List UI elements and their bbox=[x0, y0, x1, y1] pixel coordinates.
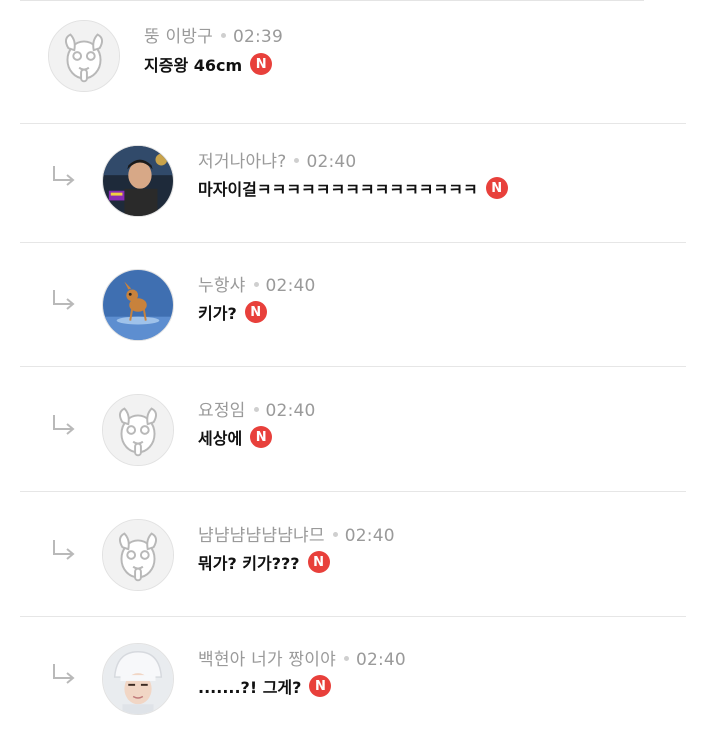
man-photo-avatar[interactable] bbox=[102, 145, 174, 217]
dog-avatar-icon[interactable] bbox=[102, 519, 174, 591]
comment-separator bbox=[20, 491, 686, 492]
comment-text: .......?! 그게? N bbox=[198, 674, 332, 698]
comment-text: 지증왕 46cm N bbox=[144, 52, 273, 76]
new-badge: N bbox=[244, 301, 267, 323]
reply-arrow-icon bbox=[50, 164, 80, 190]
comment-text: 뭐가? 키가??? N bbox=[198, 550, 330, 574]
comment-meta: 누항샤 02:40 bbox=[198, 271, 316, 296]
meta-dot bbox=[253, 407, 259, 412]
comment-text: 마자이걸ㅋㅋㅋㅋㅋㅋㅋㅋㅋㅋㅋㅋㅋㅋㅋ N bbox=[198, 176, 508, 200]
dog-avatar-icon[interactable] bbox=[48, 20, 120, 92]
comment-text: 세상에 N bbox=[198, 425, 273, 449]
reply-item: 누항샤 02:40 키가? N bbox=[0, 243, 720, 367]
comment-item: 뚱 이방구 02:39 지증왕 46cm N bbox=[0, 0, 720, 124]
comment-meta: 요정임 02:40 bbox=[198, 396, 316, 421]
bambi-avatar[interactable] bbox=[102, 269, 174, 341]
reply-item: 백현아 너가 짱이야 02:40 .......?! 그게? N bbox=[0, 617, 720, 740]
new-badge: N bbox=[307, 551, 330, 573]
comment-time: 02:40 bbox=[355, 650, 406, 670]
new-badge: N bbox=[250, 53, 273, 75]
comment-body: 키가? bbox=[198, 304, 237, 323]
comment-separator bbox=[20, 366, 686, 367]
new-badge: N bbox=[485, 177, 508, 199]
hat-person-avatar[interactable] bbox=[102, 643, 174, 715]
reply-arrow-icon bbox=[50, 538, 80, 564]
meta-dot bbox=[343, 656, 349, 661]
reply-arrow-icon bbox=[50, 662, 80, 688]
author-name[interactable]: 누항샤 bbox=[198, 276, 246, 296]
author-name[interactable]: 저거나아냐? bbox=[198, 152, 286, 172]
comment-text: 키가? N bbox=[198, 300, 267, 324]
reply-item: 요정임 02:40 세상에 N bbox=[0, 368, 720, 492]
reply-arrow-icon bbox=[50, 413, 80, 439]
author-name[interactable]: 냠냠냠냠냠냠냐므 bbox=[198, 526, 325, 546]
reply-item: 냠냠냠냠냠냠냐므 02:40 뭐가? 키가??? N bbox=[0, 493, 720, 617]
comment-time: 02:40 bbox=[306, 152, 357, 172]
comment-meta: 뚱 이방구 02:39 bbox=[144, 22, 283, 47]
comment-body: .......?! 그게? bbox=[198, 678, 302, 697]
author-name[interactable]: 백현아 너가 짱이야 bbox=[198, 650, 336, 670]
comment-meta: 냠냠냠냠냠냠냐므 02:40 bbox=[198, 521, 395, 546]
comment-body: 지증왕 46cm bbox=[144, 56, 243, 75]
new-badge: N bbox=[250, 426, 273, 448]
comment-body: 마자이걸ㅋㅋㅋㅋㅋㅋㅋㅋㅋㅋㅋㅋㅋㅋㅋ bbox=[198, 180, 478, 199]
author-name[interactable]: 뚱 이방구 bbox=[144, 27, 213, 47]
comment-body: 세상에 bbox=[198, 429, 243, 448]
comment-time: 02:40 bbox=[265, 276, 316, 296]
meta-dot bbox=[220, 33, 226, 38]
new-badge: N bbox=[309, 675, 332, 697]
meta-dot bbox=[332, 532, 338, 537]
meta-dot bbox=[294, 158, 300, 163]
author-name[interactable]: 요정임 bbox=[198, 401, 246, 421]
comment-body: 뭐가? 키가??? bbox=[198, 554, 300, 573]
reply-item: 저거나아냐? 02:40 마자이걸ㅋㅋㅋㅋㅋㅋㅋㅋㅋㅋㅋㅋㅋㅋㅋ N bbox=[0, 119, 720, 243]
comment-time: 02:40 bbox=[344, 526, 395, 546]
comment-time: 02:40 bbox=[265, 401, 316, 421]
comment-time: 02:39 bbox=[232, 27, 283, 47]
dog-avatar-icon[interactable] bbox=[102, 394, 174, 466]
comment-meta: 백현아 너가 짱이야 02:40 bbox=[198, 645, 406, 670]
comment-meta: 저거나아냐? 02:40 bbox=[198, 147, 356, 172]
reply-arrow-icon bbox=[50, 288, 80, 314]
meta-dot bbox=[253, 282, 259, 287]
